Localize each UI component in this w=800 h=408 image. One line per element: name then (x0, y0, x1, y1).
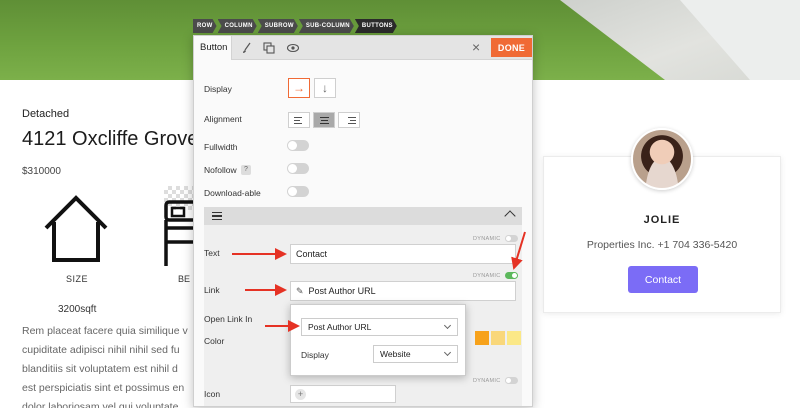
align-center-button[interactable] (313, 112, 335, 128)
chevron-up-icon[interactable] (504, 210, 516, 222)
button-settings-panel: Button × DONE Display → ↓ Alignment Full… (193, 35, 533, 407)
layers-icon[interactable] (262, 41, 276, 55)
breadcrumb-buttons[interactable]: BUTTONS (355, 19, 397, 33)
color-swatch[interactable] (507, 331, 521, 345)
text-input[interactable]: Contact (290, 244, 516, 264)
button-group-header[interactable] (204, 207, 522, 225)
panel-header: Button × DONE (194, 36, 532, 60)
icon-picker[interactable]: + (290, 385, 396, 403)
size-value: 3200sqft (58, 304, 97, 315)
nofollow-label: Nofollow (204, 165, 237, 175)
color-label: Color (204, 336, 225, 346)
agent-name: JOLIE (643, 214, 681, 226)
description-line: dolor laboriosam vel qui voluptate (22, 401, 179, 408)
display-vertical-option[interactable]: ↓ (314, 78, 336, 98)
done-button[interactable]: DONE (491, 38, 532, 57)
property-title: 4121 Oxcliffe Grove (22, 128, 199, 150)
link-value: Post Author URL (308, 286, 376, 296)
agent-avatar (631, 128, 693, 190)
bed-label: BE (178, 274, 191, 284)
description-line: cupiditate adipisci nihil nihil sed fu (22, 344, 180, 356)
plus-icon[interactable]: + (295, 389, 306, 400)
agent-contact-button[interactable]: Contact (628, 266, 698, 293)
eye-icon[interactable] (286, 41, 300, 55)
align-right-button[interactable] (338, 112, 360, 128)
color-swatch[interactable] (475, 331, 489, 345)
description-line: est perspiciatis sint et possimus en (22, 382, 185, 394)
breadcrumb-column[interactable]: COLUMN (218, 19, 257, 33)
fullwidth-label: Fullwidth (204, 142, 238, 152)
link-dynamic-label: DYNAMIC (473, 273, 501, 279)
popup-display-label: Display (301, 350, 329, 360)
brush-icon[interactable] (240, 41, 254, 55)
agent-phone: Properties Inc. +1 704 336-5420 (586, 239, 738, 251)
icon-dynamic-label: DYNAMIC (473, 378, 501, 384)
icon-dynamic-toggle[interactable] (505, 377, 518, 384)
text-label: Text (204, 248, 220, 258)
text-dynamic-label: DYNAMIC (473, 236, 501, 242)
breadcrumb: ROW COLUMN SUBROW SUB-COLUMN BUTTONS (193, 19, 398, 33)
alignment-label: Alignment (204, 114, 242, 124)
chevron-down-icon (443, 321, 452, 330)
popup-display-select[interactable]: Website (373, 345, 458, 363)
fullwidth-toggle[interactable] (287, 140, 309, 151)
nofollow-help-icon[interactable]: ? (241, 165, 251, 175)
nofollow-toggle[interactable] (287, 163, 309, 174)
chevron-down-icon (443, 348, 452, 357)
property-price: $310000 (22, 166, 61, 177)
link-dynamic-toggle[interactable] (505, 272, 518, 279)
breadcrumb-sub-column[interactable]: SUB-COLUMN (299, 19, 354, 33)
dynamic-link-popup: Post Author URL Display Website (290, 304, 466, 376)
icon-label: Icon (204, 389, 221, 399)
dynamic-source-select[interactable]: Post Author URL (301, 318, 458, 336)
breadcrumb-subrow[interactable]: SUBROW (258, 19, 298, 33)
description-line: blanditiis sit voluptatem est nihil d (22, 363, 178, 375)
dynamic-source-value: Post Author URL (308, 322, 372, 332)
tab-button[interactable]: Button (194, 36, 232, 60)
align-left-button[interactable] (288, 112, 310, 128)
house-icon (44, 195, 108, 262)
display-label: Display (204, 84, 232, 94)
display-horizontal-option[interactable]: → (288, 78, 310, 98)
link-label: Link (204, 285, 220, 295)
menu-icon[interactable] (212, 212, 222, 220)
size-label: SIZE (66, 274, 89, 284)
description-line: Rem placeat facere quia similique v (22, 325, 188, 337)
color-swatch[interactable] (491, 331, 505, 345)
downloadable-label: Download-able (204, 188, 261, 198)
open-link-label: Open Link In (204, 314, 253, 324)
pencil-icon[interactable]: ✎ (296, 286, 304, 296)
text-dynamic-toggle[interactable] (505, 235, 518, 242)
link-input[interactable]: ✎ Post Author URL (290, 281, 516, 301)
downloadable-toggle[interactable] (287, 186, 309, 197)
popup-display-value: Website (380, 349, 411, 359)
property-type: Detached (22, 108, 70, 120)
property-description: Rem placeat facere quia similique v cupi… (22, 322, 200, 408)
close-icon[interactable]: × (472, 40, 480, 54)
breadcrumb-row[interactable]: ROW (193, 19, 217, 33)
